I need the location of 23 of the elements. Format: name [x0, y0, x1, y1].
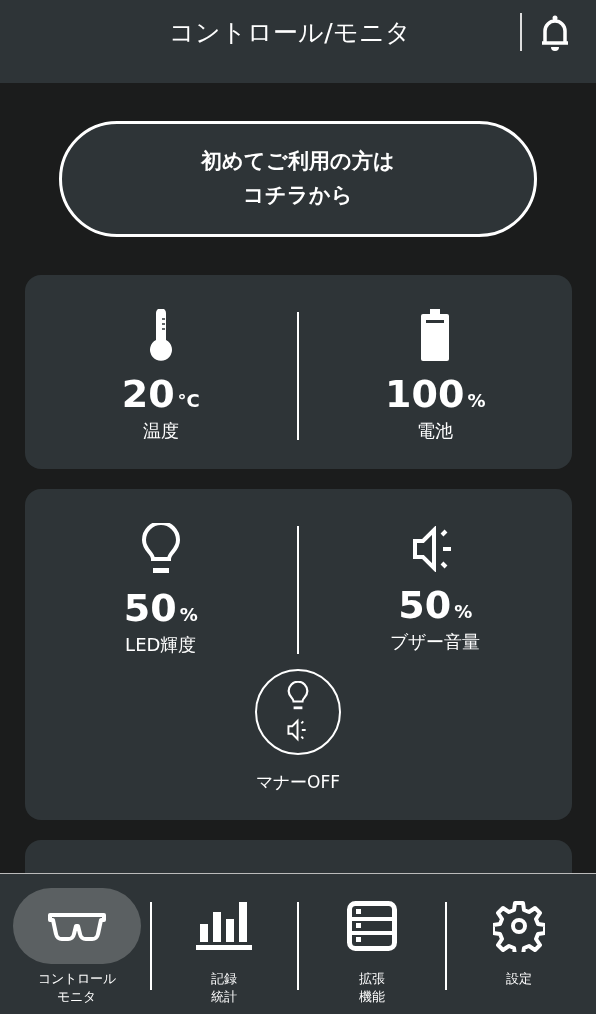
settings-icon	[493, 900, 546, 952]
nav-tab[interactable]: 拡張機能	[299, 888, 445, 1006]
battery-icon	[420, 309, 451, 361]
list-icon	[346, 901, 397, 951]
reading-value: 50%	[398, 586, 473, 624]
reading-label: 温度	[142, 419, 179, 443]
page-title: コントロール/モニタ	[168, 17, 412, 49]
light-bulb-icon	[287, 681, 309, 711]
bar-chart-icon	[196, 902, 253, 950]
reading-label: 電池	[417, 419, 454, 443]
reading-value: 100%	[385, 375, 486, 413]
nav-tab[interactable]: 記録統計	[151, 888, 297, 1006]
nav-tab[interactable]: 設定	[446, 888, 592, 988]
reading-label: ブザー音量	[390, 630, 481, 654]
reading-value: 20°C	[121, 375, 200, 413]
reading-label: LED輝度	[125, 633, 197, 657]
manner-mode-button[interactable]	[255, 669, 341, 755]
reading-value: 50%	[123, 589, 198, 627]
guide-button[interactable]: 初めてご利用の方はコチラから	[59, 121, 537, 237]
manner-mode-label: マナーOFF	[256, 771, 340, 794]
speaker-icon	[287, 717, 309, 743]
light-bulb-icon	[140, 523, 181, 575]
glasses-icon	[46, 911, 107, 941]
